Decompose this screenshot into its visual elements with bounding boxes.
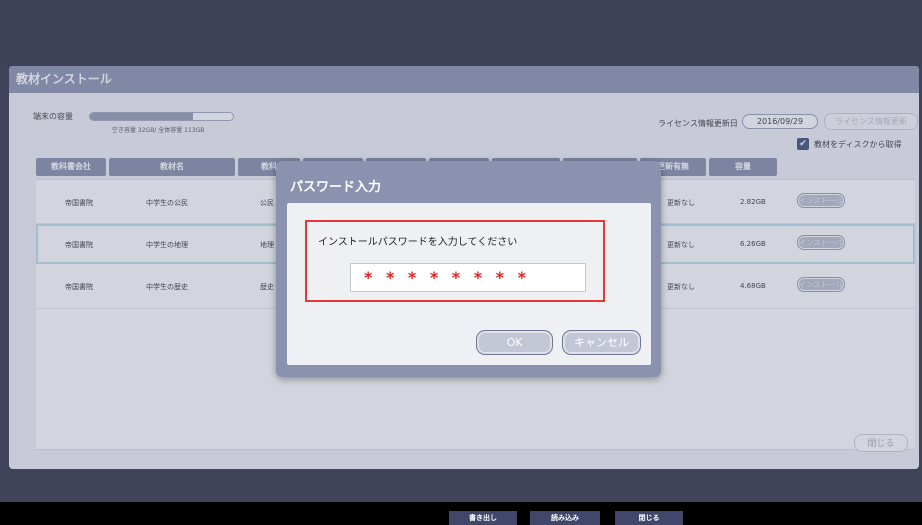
- password-prompt-box: インストールパスワードを入力してください * * * * * * * *: [305, 220, 605, 302]
- password-input[interactable]: * * * * * * * *: [350, 263, 586, 292]
- cancel-button[interactable]: キャンセル: [562, 330, 641, 355]
- ok-button[interactable]: OK: [476, 330, 553, 355]
- dialog-title: パスワード入力: [290, 180, 382, 195]
- import-button[interactable]: 読み込み: [530, 511, 600, 525]
- top-band: [0, 0, 922, 66]
- password-dialog: パスワード入力 インストールパスワードを入力してください * * * * * *…: [276, 161, 661, 377]
- export-button[interactable]: 書き出し: [449, 511, 517, 525]
- close-button[interactable]: 閉じる: [615, 511, 683, 525]
- password-prompt-text: インストールパスワードを入力してください: [318, 237, 518, 248]
- dialog-body: インストールパスワードを入力してください * * * * * * * * OK …: [287, 203, 651, 365]
- bottom-toolbar: 書き出し 読み込み 閉じる: [0, 502, 922, 525]
